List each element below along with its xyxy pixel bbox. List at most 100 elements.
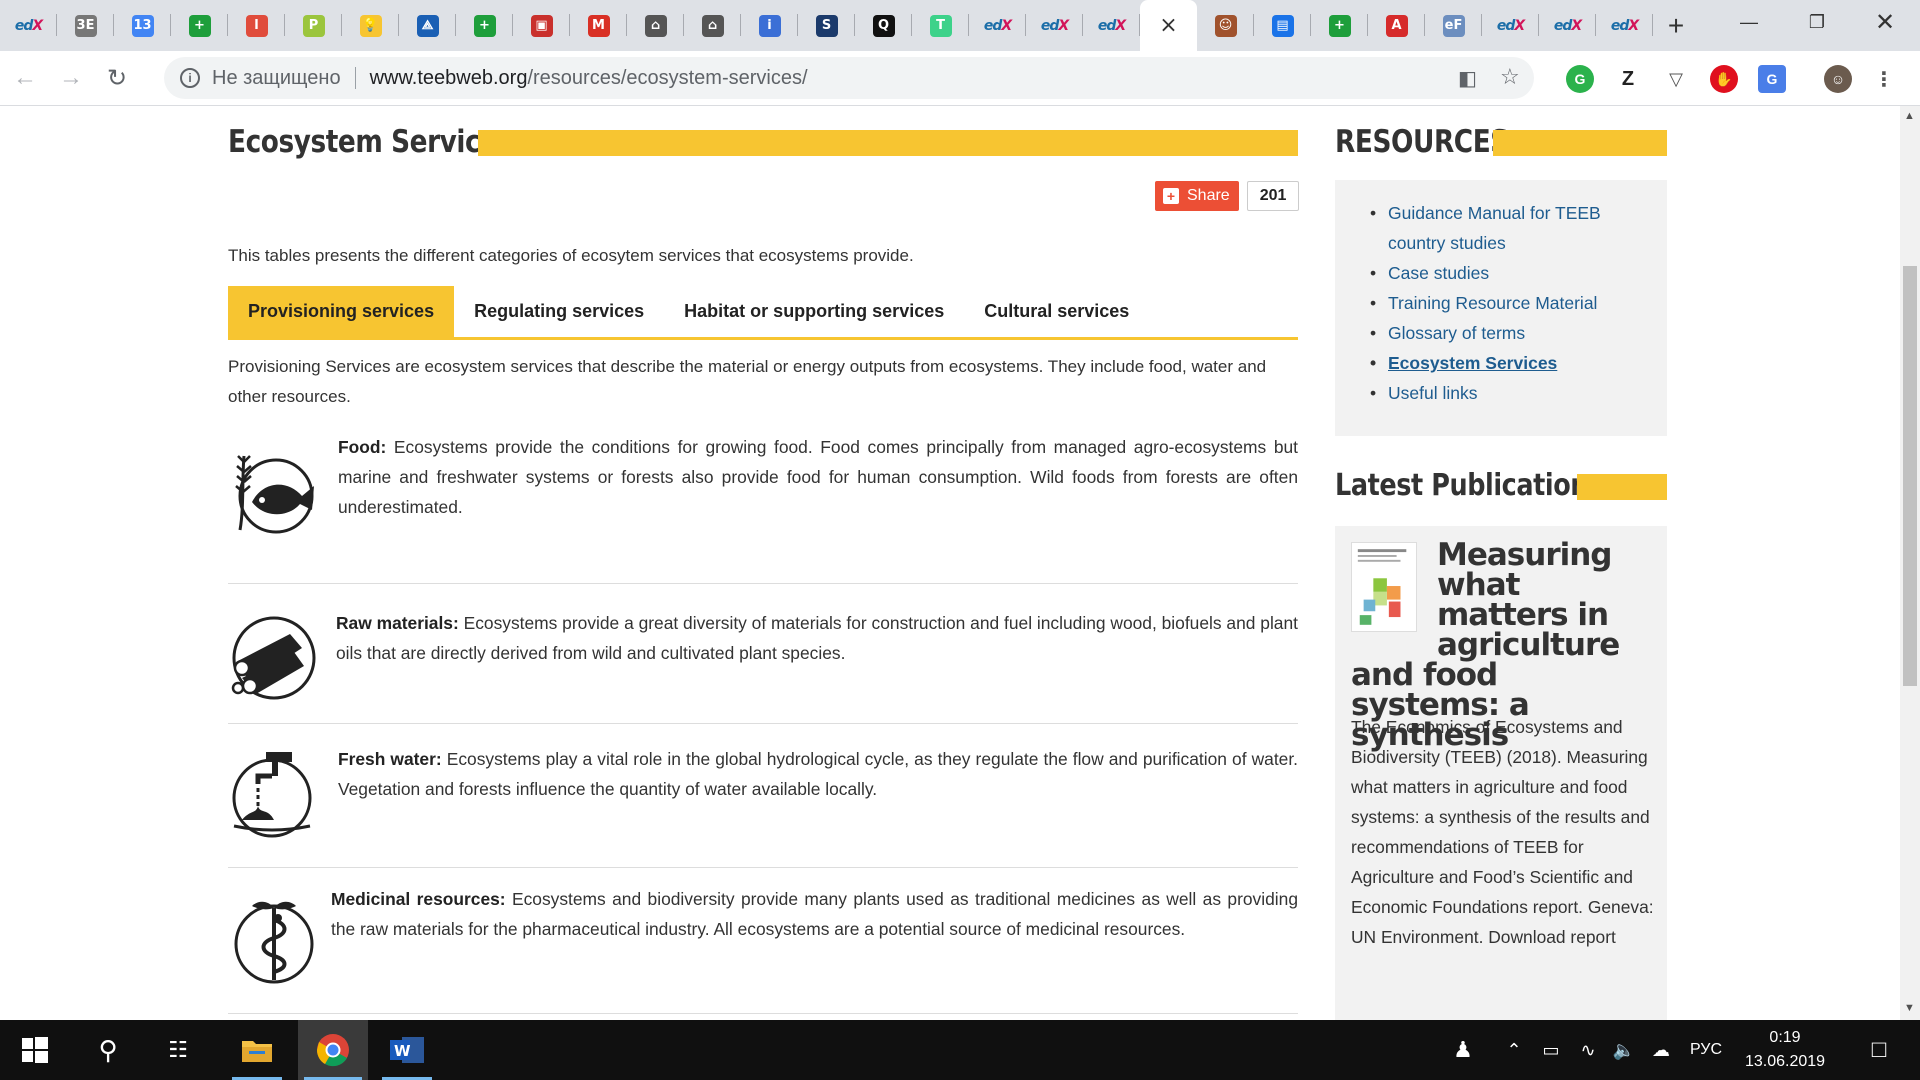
browser-tab[interactable]: M: [570, 0, 627, 51]
browser-tab[interactable]: +: [171, 0, 228, 51]
input-language[interactable]: РУС: [1684, 1020, 1728, 1080]
task-view-icon[interactable]: ☷: [148, 1020, 208, 1080]
service-name: Medicinal resources:: [331, 889, 506, 909]
browser-tab[interactable]: ⌂: [684, 0, 741, 51]
resource-link[interactable]: Glossary of terms: [1370, 318, 1640, 348]
resources-box: Guidance Manual for TEEB country studies…: [1335, 180, 1667, 436]
browser-tab[interactable]: l: [228, 0, 285, 51]
grammarly-extension-icon[interactable]: G: [1566, 65, 1594, 93]
publications-underline-bar: [1577, 474, 1667, 500]
lightbulb-icon: 💡: [359, 14, 382, 37]
scroll-up-arrow-icon[interactable]: ▲: [1904, 110, 1915, 122]
back-button[interactable]: ←: [4, 58, 46, 98]
chrome-icon: [316, 1034, 349, 1067]
menu-icon[interactable]: ⋮: [1870, 65, 1898, 93]
tab-regulating-services[interactable]: Regulating services: [454, 286, 664, 337]
onedrive-icon[interactable]: ☁: [1646, 1020, 1676, 1080]
tray-expand-icon[interactable]: ⌃: [1500, 1020, 1528, 1080]
profile-avatar[interactable]: ☺: [1824, 65, 1852, 93]
action-center-icon[interactable]: □: [1854, 1020, 1904, 1080]
close-window-button[interactable]: ✕: [1852, 0, 1918, 44]
browser-tab[interactable]: ed X: [1596, 0, 1653, 51]
page-title: Ecosystem Services: [228, 124, 513, 160]
browser-tab[interactable]: T: [912, 0, 969, 51]
browser-tab[interactable]: ed X: [1026, 0, 1083, 51]
adblock-extension-icon[interactable]: ✋: [1710, 65, 1738, 93]
bookmark-star-icon[interactable]: ☆: [1500, 64, 1520, 90]
resource-link[interactable]: Training Resource Material: [1370, 288, 1640, 318]
page-scrollbar[interactable]: ▲ ▼: [1900, 106, 1920, 1020]
edx-icon: ed X: [1553, 17, 1582, 34]
new-tab-button[interactable]: +: [1653, 0, 1699, 51]
minimize-button[interactable]: —: [1716, 0, 1782, 44]
s-logo-icon: S: [815, 14, 838, 37]
restore-button[interactable]: ❐: [1784, 0, 1850, 44]
reload-button[interactable]: ↻: [96, 58, 138, 98]
resource-link[interactable]: Useful links: [1370, 378, 1640, 408]
google-translate-extension-icon[interactable]: G: [1758, 65, 1786, 93]
blue-logo-icon: ⟁: [416, 14, 439, 37]
browser-tab[interactable]: ed X: [969, 0, 1026, 51]
share-button[interactable]: + Share: [1155, 181, 1239, 211]
service-item-medicinal-resources: Medicinal resources: Ecosystems and biod…: [228, 868, 1298, 1014]
browser-tab[interactable]: ⟁: [399, 0, 456, 51]
columns-icon: ⌂: [644, 14, 667, 37]
browser-tab[interactable]: i: [741, 0, 798, 51]
browser-tab[interactable]: A: [1368, 0, 1425, 51]
tab-habitat-or-supporting-services[interactable]: Habitat or supporting services: [664, 286, 964, 337]
browser-tab[interactable]: ed X: [1083, 0, 1140, 51]
resource-link[interactable]: Ecosystem Services: [1370, 348, 1640, 378]
file-explorer-button[interactable]: [226, 1020, 288, 1080]
clock-date: 13.06.2019: [1744, 1053, 1826, 1070]
browser-tab[interactable]: P: [285, 0, 342, 51]
scrollbar-thumb[interactable]: [1903, 266, 1917, 686]
browser-tab[interactable]: eF: [1425, 0, 1482, 51]
chrome-taskbar-button[interactable]: [298, 1020, 368, 1080]
wifi-icon[interactable]: ∿: [1574, 1020, 1602, 1080]
browser-tab[interactable]: S: [798, 0, 855, 51]
browser-tab[interactable]: 3E: [57, 0, 114, 51]
info-icon[interactable]: i: [180, 68, 200, 88]
resource-link[interactable]: Guidance Manual for TEEB country studies: [1370, 198, 1640, 258]
forward-button[interactable]: →: [50, 58, 92, 98]
browser-tab[interactable]: ▤: [1254, 0, 1311, 51]
green-plus-icon: +: [1328, 14, 1351, 37]
people-icon[interactable]: ♟: [1448, 1020, 1478, 1080]
url-text[interactable]: www.teebweb.org/resources/ecosystem-serv…: [370, 67, 808, 90]
system-clock[interactable]: 0:19 13.06.2019: [1735, 1026, 1835, 1074]
battery-icon[interactable]: ▭: [1536, 1020, 1566, 1080]
close-icon[interactable]: ×: [1158, 13, 1180, 38]
address-bar[interactable]: i Не защищено www.teebweb.org/resources/…: [164, 57, 1534, 99]
browser-tab[interactable]: ▣: [513, 0, 570, 51]
search-icon[interactable]: ⚲: [78, 1020, 138, 1080]
service-text: Raw materials: Ecosystems provide a grea…: [336, 608, 1298, 668]
browser-tab[interactable]: Q: [855, 0, 912, 51]
browser-tab[interactable]: ⌂: [627, 0, 684, 51]
zotero-extension-icon[interactable]: Z: [1614, 65, 1642, 93]
windows-logo-icon: [22, 1037, 48, 1063]
tab-provisioning-services[interactable]: Provisioning services: [228, 286, 455, 337]
pocket-extension-icon[interactable]: ▽: [1662, 65, 1690, 93]
browser-tab[interactable]: ×: [1140, 0, 1197, 51]
word-taskbar-button[interactable]: W: [376, 1020, 438, 1080]
publications-title: Latest Publications: [1335, 468, 1603, 503]
volume-icon[interactable]: 🔈: [1610, 1020, 1638, 1080]
browser-tab[interactable]: ed X: [1539, 0, 1596, 51]
scroll-down-arrow-icon[interactable]: ▼: [1904, 1002, 1915, 1014]
service-name: Raw materials:: [336, 613, 459, 633]
start-button[interactable]: [0, 1020, 70, 1080]
browser-tab[interactable]: 💡: [342, 0, 399, 51]
share-label: Share: [1187, 187, 1230, 204]
green-plus-icon: +: [188, 14, 211, 37]
browser-tab[interactable]: ed X: [1482, 0, 1539, 51]
browser-tab[interactable]: 13: [114, 0, 171, 51]
edx-icon: ed X: [1610, 17, 1639, 34]
translate-icon[interactable]: ◧: [1458, 66, 1477, 91]
service-description: Ecosystems play a vital role in the glob…: [338, 749, 1299, 799]
resource-link[interactable]: Case studies: [1370, 258, 1640, 288]
browser-tab[interactable]: +: [456, 0, 513, 51]
tab-cultural-services[interactable]: Cultural services: [964, 286, 1149, 337]
browser-tab[interactable]: ed X: [0, 0, 57, 51]
browser-tab[interactable]: ☺: [1197, 0, 1254, 51]
browser-tab[interactable]: +: [1311, 0, 1368, 51]
